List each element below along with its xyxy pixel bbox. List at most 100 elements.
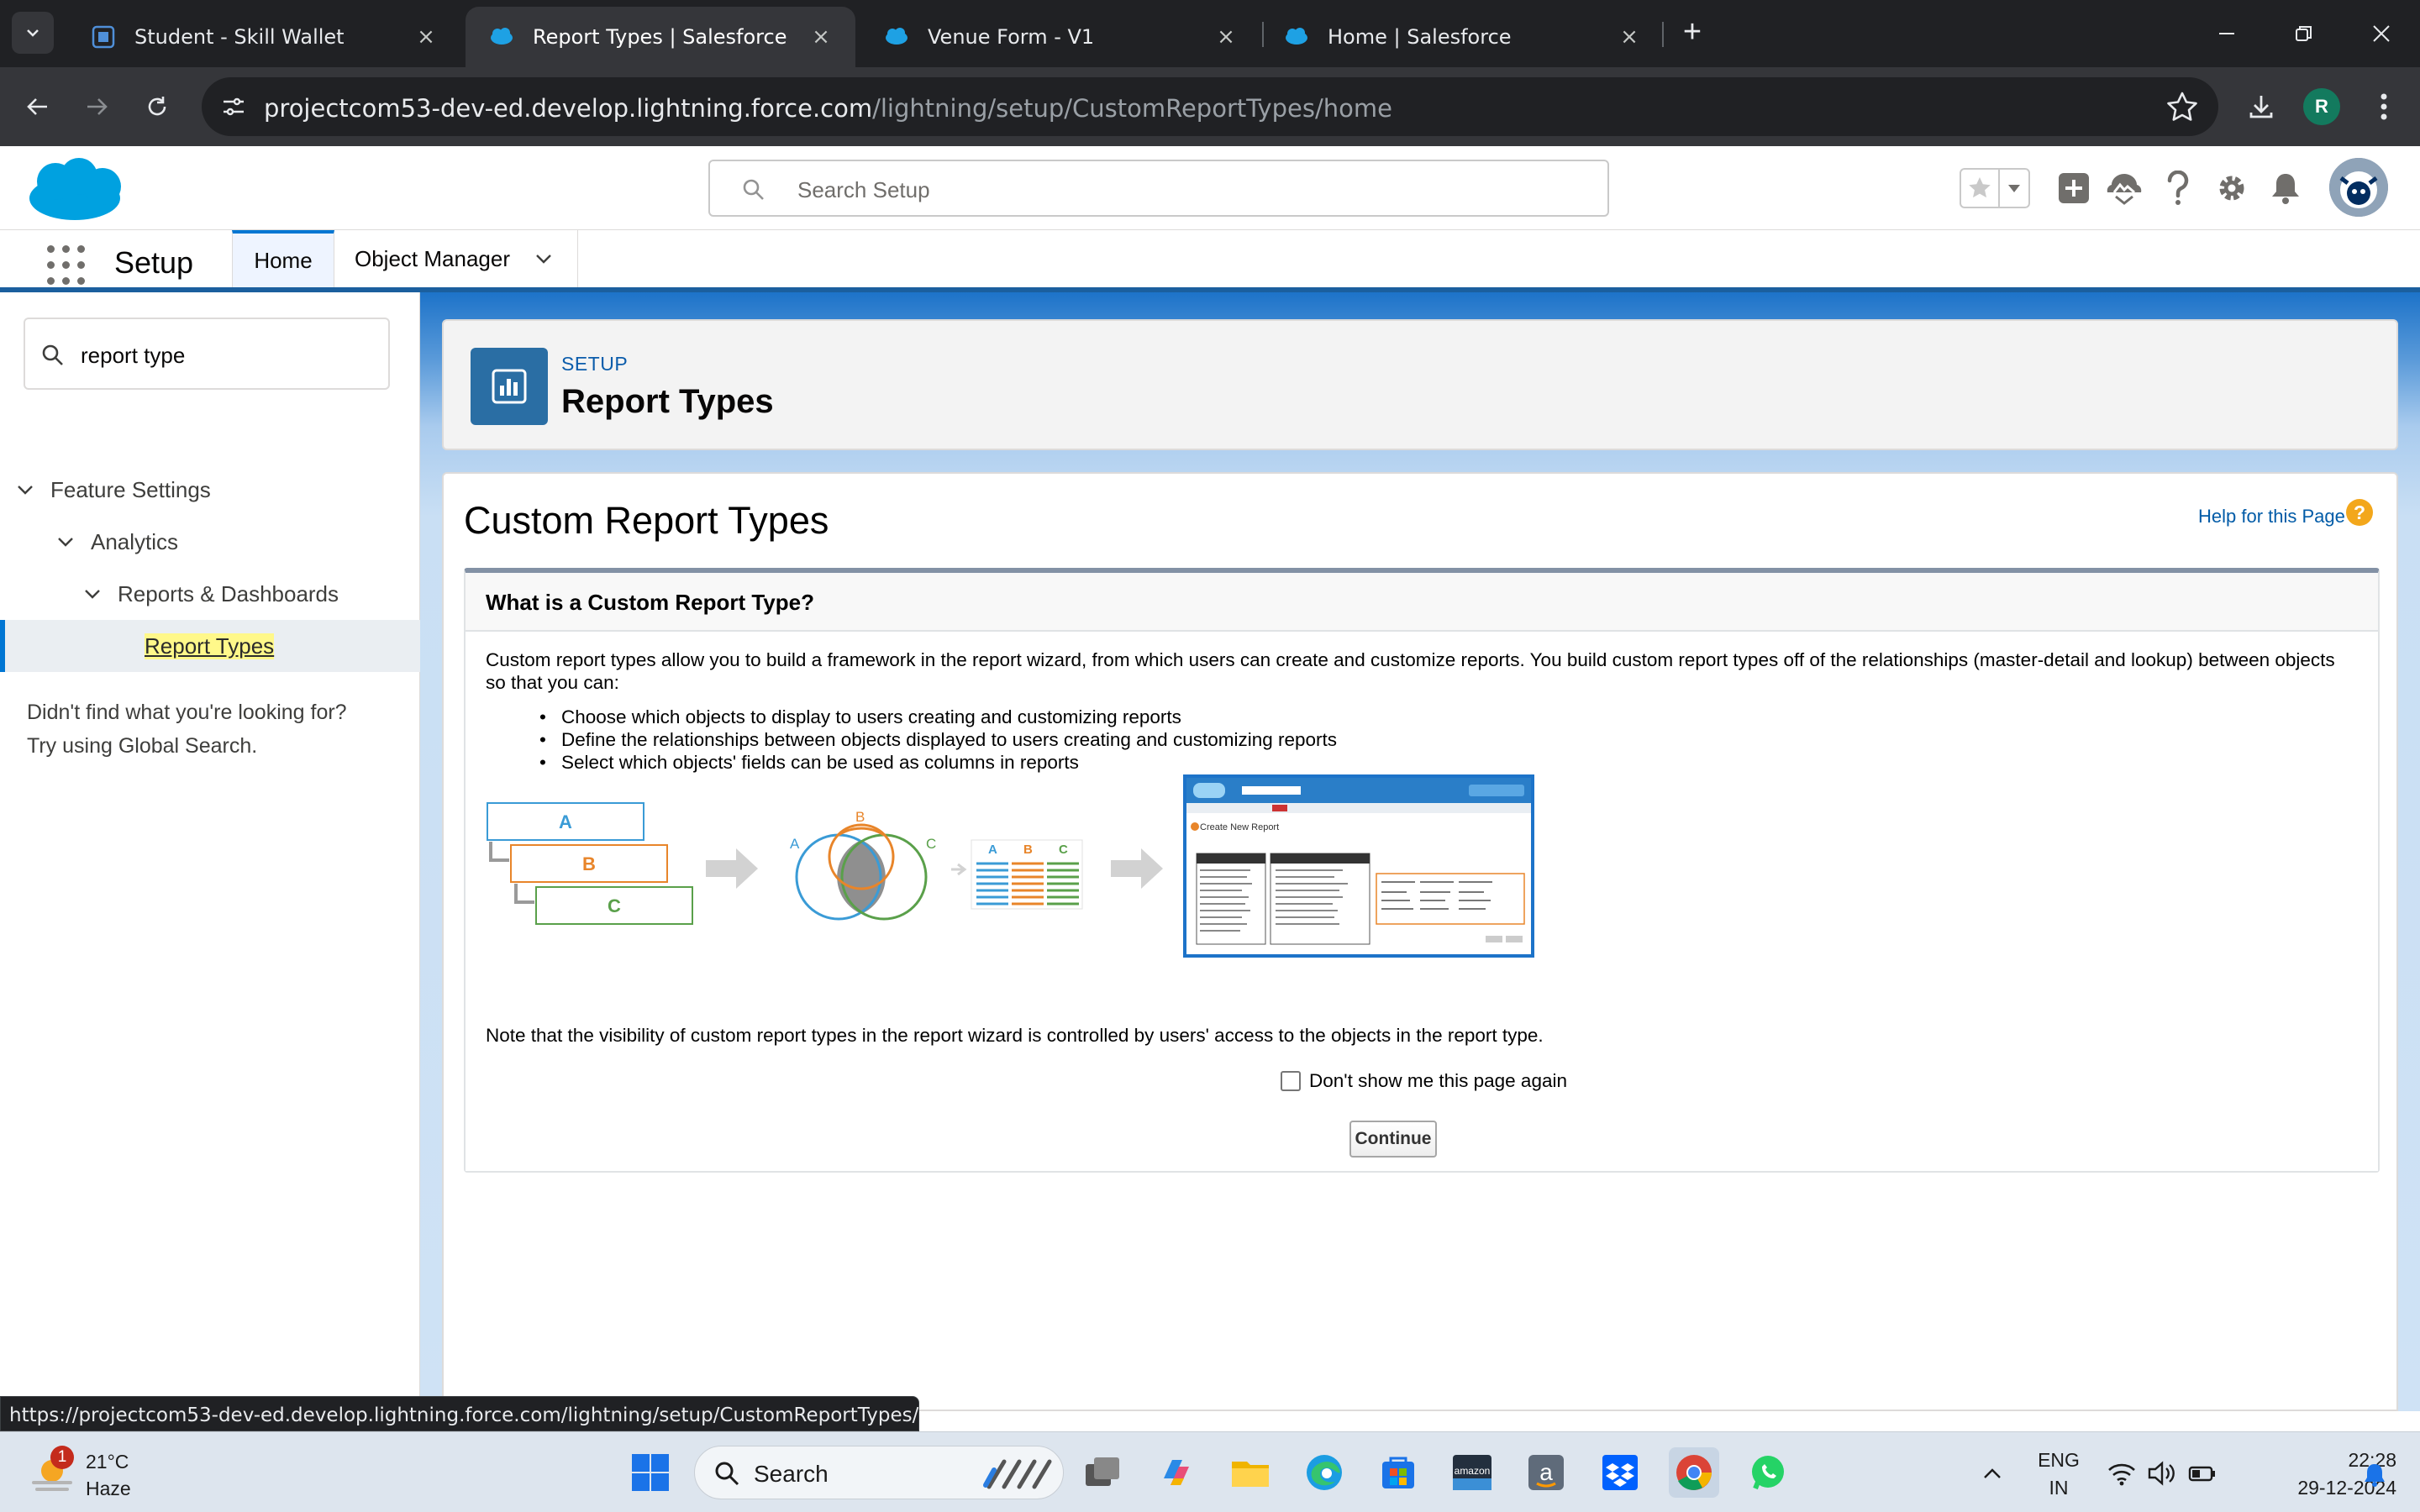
chevron-down-icon[interactable] <box>82 584 103 604</box>
back-button[interactable] <box>17 86 59 128</box>
wifi-icon[interactable] <box>2107 1461 2136 1486</box>
close-icon <box>2373 25 2390 42</box>
file-explorer-icon[interactable] <box>1225 1447 1276 1498</box>
profile-button[interactable]: R <box>2301 86 2343 128</box>
taskbar-search[interactable]: Search <box>694 1446 1064 1499</box>
continue-button[interactable]: Continue <box>1349 1121 1437 1158</box>
notifications-button[interactable] <box>2265 168 2306 208</box>
venn-label-b: B <box>855 809 865 825</box>
browser-tab-venue-form[interactable]: Venue Form - V1 × <box>860 7 1260 67</box>
start-button[interactable] <box>625 1447 676 1498</box>
not-found-line: Didn't find what you're looking for? <box>27 701 347 724</box>
venn-diagram-graphic: A B C <box>790 809 936 921</box>
trailhead-icon <box>2107 174 2142 205</box>
browser-menu-button[interactable] <box>2363 86 2405 128</box>
reload-icon <box>148 97 166 116</box>
help-button[interactable] <box>2158 168 2198 208</box>
amazon-app-icon[interactable]: amazon <box>1447 1447 1497 1498</box>
language-code: ENG <box>2038 1449 2080 1471</box>
chrome-icon[interactable] <box>1669 1447 1719 1498</box>
weather-widget[interactable]: 1 21°C Haze <box>25 1446 134 1501</box>
new-tab-button[interactable]: + <box>1674 15 1711 52</box>
site-settings-icon[interactable] <box>218 92 249 122</box>
help-icon[interactable]: ? <box>2346 499 2373 526</box>
setup-search-input[interactable]: Search Setup <box>708 160 1609 217</box>
global-actions-button[interactable] <box>2054 168 2094 208</box>
task-view-icon[interactable] <box>1077 1447 1128 1498</box>
chevron-down-icon[interactable] <box>534 249 554 269</box>
volume-icon[interactable] <box>2148 1461 2176 1486</box>
bookmark-star-icon[interactable] <box>2165 89 2200 124</box>
arrow-icon <box>1111 848 1163 889</box>
downloads-button[interactable] <box>2240 86 2282 128</box>
tab-search-button[interactable] <box>12 12 54 54</box>
dropbox-icon[interactable] <box>1595 1447 1645 1498</box>
reload-button[interactable] <box>136 86 178 128</box>
tab-home[interactable]: Home <box>232 230 334 287</box>
sf-context-nav: Setup Home Object Manager <box>0 230 2420 292</box>
tab-object-manager[interactable]: Object Manager <box>334 230 578 287</box>
search-highlight-icon <box>983 1459 1052 1489</box>
feature-list: Choose which objects to display to users… <box>539 706 1337 774</box>
whatsapp-icon[interactable] <box>1743 1447 1793 1498</box>
quick-find-input[interactable]: report type <box>24 318 390 390</box>
dont-show-again-checkbox[interactable] <box>1281 1071 1301 1091</box>
restore-button[interactable] <box>2265 0 2343 67</box>
address-bar[interactable]: projectcom53-dev-ed.develop.lightning.fo… <box>202 77 2218 136</box>
trailhead-button[interactable] <box>2104 168 2144 208</box>
close-window-button[interactable] <box>2343 0 2420 67</box>
svg-text:amazon: amazon <box>1455 1465 1491 1477</box>
user-avatar[interactable] <box>2329 158 2388 217</box>
copilot-icon[interactable] <box>1151 1447 1202 1498</box>
browser-tab-report-types[interactable]: Report Types | Salesforce × <box>466 7 855 67</box>
tree-item-analytics[interactable]: Analytics <box>0 516 420 568</box>
arrow-icon <box>951 863 967 876</box>
setup-tree-panel: report type Feature Settings Analytics R… <box>0 292 420 1411</box>
tab-separator <box>1662 22 1664 47</box>
salesforce-logo[interactable] <box>25 155 124 223</box>
battery-icon[interactable] <box>2188 1461 2217 1486</box>
close-icon[interactable]: × <box>1215 26 1237 48</box>
url-host: projectcom53-dev-ed.develop.lightning.fo… <box>264 94 873 123</box>
tab-title: Venue Form - V1 <box>928 25 1095 49</box>
help-for-this-page-link[interactable]: Help for this Page <box>2198 506 2345 528</box>
forward-button[interactable] <box>76 86 118 128</box>
tab-title: Home | Salesforce <box>1328 25 1512 49</box>
diagram-label-a: A <box>559 811 572 832</box>
skill-wallet-favicon-icon <box>92 25 115 49</box>
minimize-button[interactable] <box>2188 0 2265 67</box>
chevron-down-icon[interactable] <box>15 480 35 500</box>
tree-item-feature-settings[interactable]: Feature Settings <box>0 464 420 516</box>
close-icon[interactable]: × <box>810 26 832 48</box>
amazon-shopping-icon[interactable]: a <box>1521 1447 1571 1498</box>
notification-bell-icon[interactable] <box>2363 1462 2386 1488</box>
quick-find-value: report type <box>81 343 186 368</box>
svg-text:a: a <box>1539 1459 1553 1485</box>
setup-gear-button[interactable] <box>2212 168 2252 208</box>
tree-item-label[interactable]: Report Types <box>145 633 275 659</box>
tree-item-reports-dashboards[interactable]: Reports & Dashboards <box>0 568 420 620</box>
microsoft-store-icon[interactable] <box>1373 1447 1423 1498</box>
dont-show-again-option[interactable]: Don't show me this page again <box>1281 1070 1567 1092</box>
link-status-bar: https://projectcom53-dev-ed.develop.ligh… <box>0 1396 919 1431</box>
favorites-list-button[interactable] <box>2000 170 2028 207</box>
thumbnail-title: Create New Report <box>1200 822 1279 832</box>
favorites-button[interactable] <box>1961 170 2000 207</box>
gear-icon <box>2219 176 2244 201</box>
language-indicator[interactable]: ENG IN <box>2032 1449 2086 1499</box>
browser-tab-skill-wallet[interactable]: Student - Skill Wallet × <box>67 7 460 67</box>
venn-label-c: C <box>926 836 936 852</box>
profile-avatar: R <box>2303 88 2340 125</box>
app-launcher-icon[interactable] <box>47 244 85 285</box>
browser-tab-home-salesforce[interactable]: Home | Salesforce × <box>1260 7 1664 67</box>
close-icon[interactable]: × <box>1618 26 1640 48</box>
close-icon[interactable]: × <box>415 26 437 48</box>
main-content: Custom Report Types Help for this Page ?… <box>442 472 2398 1411</box>
chevron-down-icon[interactable] <box>55 532 76 552</box>
edge-icon[interactable] <box>1299 1447 1349 1498</box>
search-icon <box>743 179 764 200</box>
search-placeholder: Search Setup <box>797 177 930 202</box>
tree-item-report-types[interactable]: Report Types <box>0 620 420 672</box>
tray-chevron-up-icon[interactable] <box>1981 1462 2003 1484</box>
address-url: projectcom53-dev-ed.develop.lightning.fo… <box>264 94 1392 123</box>
